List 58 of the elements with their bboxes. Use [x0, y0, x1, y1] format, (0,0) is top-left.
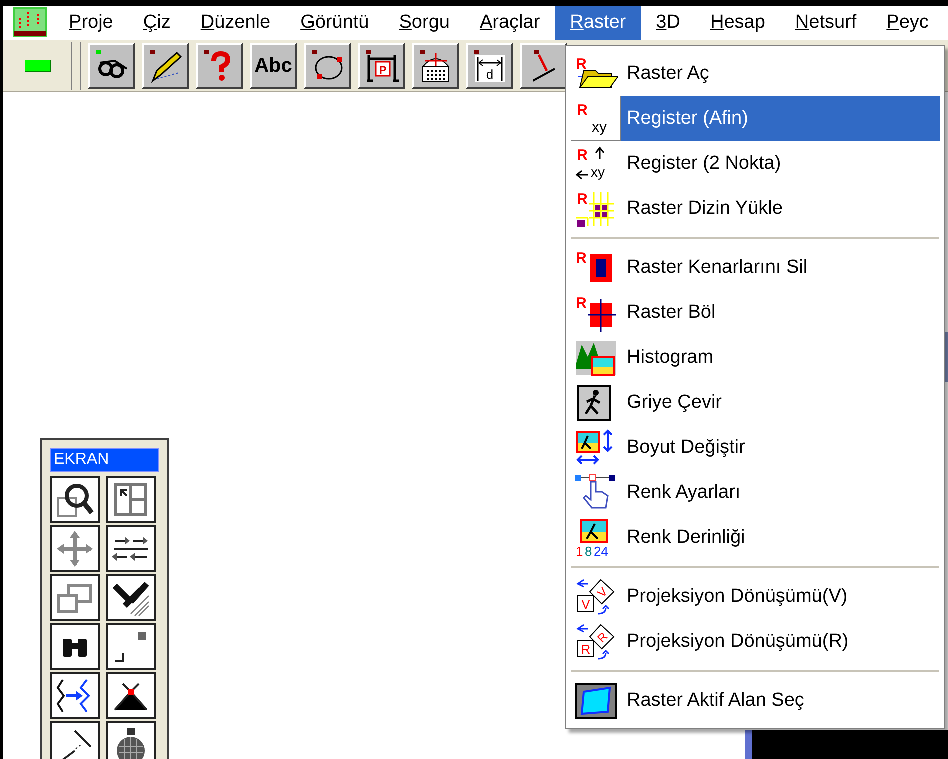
menu-item[interactable]: R R Projeksiyon Dönüşümü(R) [566, 619, 944, 664]
indicator-icon [25, 60, 51, 72]
menu-item[interactable]: 1824 Renk Derinliği [566, 515, 944, 560]
app-logo-icon[interactable] [12, 6, 48, 38]
line-icon [532, 48, 554, 82]
menu-bar-item[interactable]: Araçlar [464, 6, 556, 40]
menu-item[interactable]: Histogram [566, 335, 944, 380]
circle-icon [310, 48, 344, 82]
menu-item[interactable]: Renk Ayarları [566, 470, 944, 515]
palette-button[interactable] [106, 476, 156, 523]
menu-item[interactable]: Boyut Değiştir [566, 425, 944, 470]
menu-item[interactable]: R Raster Böl [566, 290, 944, 335]
toolbar-button[interactable] [412, 42, 459, 88]
palette-button[interactable] [106, 574, 156, 621]
pencil-icon [148, 48, 182, 82]
toolbar-button[interactable] [304, 42, 351, 88]
toolbar-grip[interactable] [71, 42, 81, 90]
menu-bar-item[interactable]: Peyc [872, 6, 944, 40]
palette-title: EKRAN [50, 448, 159, 472]
menu-bar-item[interactable]: Netsurf [780, 6, 872, 40]
pointing-hand-icon [574, 474, 618, 512]
grid-icon [418, 48, 452, 82]
toolbar-button[interactable] [88, 42, 135, 88]
menu-item[interactable]: R Raster Dizin Yükle [566, 186, 944, 231]
menu-item[interactable]: Griye Çevir [566, 380, 944, 425]
palette-button[interactable] [50, 574, 100, 621]
toolbar-button[interactable]: P [358, 42, 405, 88]
palette-button[interactable] [50, 525, 100, 572]
palette-button[interactable] [106, 623, 156, 670]
text-tool-icon: Abc [254, 56, 292, 76]
move-icon [55, 528, 95, 568]
palette-button[interactable] [50, 672, 100, 719]
palette-button[interactable] [106, 721, 156, 759]
palette-button[interactable] [50, 476, 100, 523]
menu-bar-item[interactable]: Proje [54, 6, 128, 40]
toolbar-button[interactable]: Abc [250, 42, 297, 88]
palette-button[interactable] [50, 623, 100, 670]
active-area-icon [574, 682, 618, 720]
menu-bar-item[interactable]: Görüntü [286, 6, 384, 40]
register-icon: R xy [574, 100, 618, 138]
menu-item[interactable]: R xy Register (2 Nokta) [566, 141, 944, 186]
menu-bar-item[interactable]: Sorgu [384, 6, 465, 40]
menu-item[interactable]: Raster Aktif Alan Seç [566, 678, 944, 723]
menu-bar-item[interactable]: Raster [555, 6, 642, 40]
menu-item[interactable]: V V Projeksiyon Dönüşümü(V) [566, 574, 944, 619]
menu-bar-item[interactable]: Hesap [695, 6, 780, 40]
toolbar-button[interactable] [520, 42, 567, 88]
histogram-icon [574, 338, 618, 376]
menu-bar-item[interactable]: Düzenle [186, 6, 286, 40]
menu-bar-item[interactable]: Çiz [128, 6, 186, 40]
palette-button[interactable] [50, 721, 100, 759]
menu-item[interactable]: R Raster Kenarlarını Sil [566, 245, 944, 290]
palette-button[interactable] [106, 525, 156, 572]
menu-bar-item[interactable]: 3D [641, 6, 696, 40]
palette-button[interactable] [106, 672, 156, 719]
toolbar-button[interactable] [142, 42, 189, 88]
toolbar-button[interactable]: d [466, 42, 513, 88]
toolbar-button[interactable] [196, 42, 243, 88]
